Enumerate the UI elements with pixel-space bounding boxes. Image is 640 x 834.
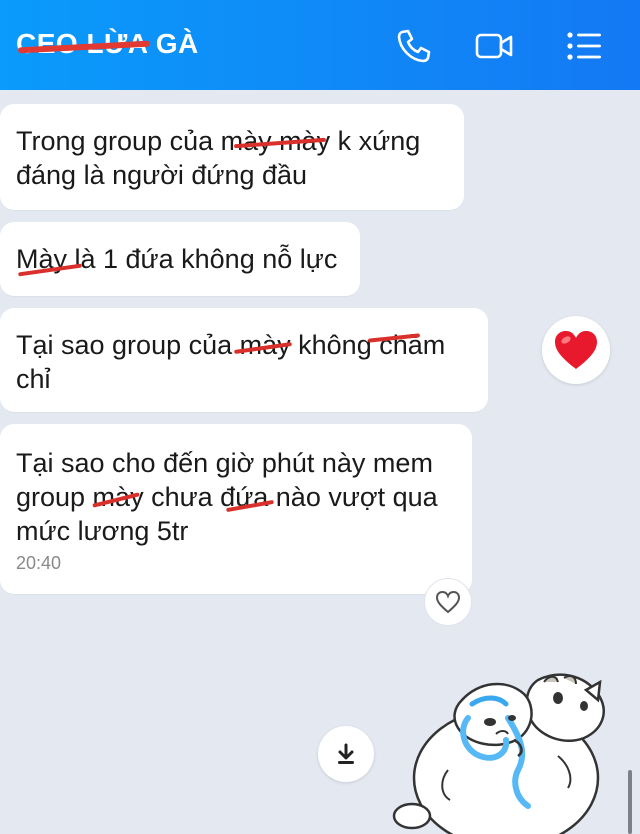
- heart-icon: [555, 331, 597, 369]
- arrow-down-icon: [338, 743, 354, 764]
- phone-icon[interactable]: [394, 26, 434, 66]
- react-button[interactable]: [424, 578, 472, 626]
- scrollbar[interactable]: [628, 770, 632, 834]
- message-timestamp: 20:40: [16, 553, 62, 573]
- cat-sticker: [392, 673, 605, 834]
- heart-outline-icon: [435, 590, 461, 614]
- heart-reaction[interactable]: [542, 316, 610, 384]
- message-text: Trong group của mày mày k xứng đáng là n…: [16, 126, 421, 190]
- message-bubble[interactable]: Tại sao group của mày không chăm chỉ: [0, 308, 488, 412]
- message-bubble[interactable]: Mày là 1 đứa không nỗ lực: [0, 222, 360, 296]
- message-text: Tại sao cho đến giờ phút này mem group m…: [16, 448, 438, 546]
- video-call-icon[interactable]: [474, 26, 514, 66]
- chat-header: CEO LỪA GÀ: [0, 0, 640, 90]
- message-text: Mày là 1 đứa không nỗ lực: [16, 244, 338, 274]
- message-bubble[interactable]: Trong group của mày mày k xứng đáng là n…: [0, 104, 464, 210]
- message-bubble[interactable]: Tại sao cho đến giờ phút này mem group m…: [0, 424, 472, 594]
- menu-list-icon[interactable]: [564, 26, 604, 66]
- scroll-to-bottom-button[interactable]: [318, 726, 374, 782]
